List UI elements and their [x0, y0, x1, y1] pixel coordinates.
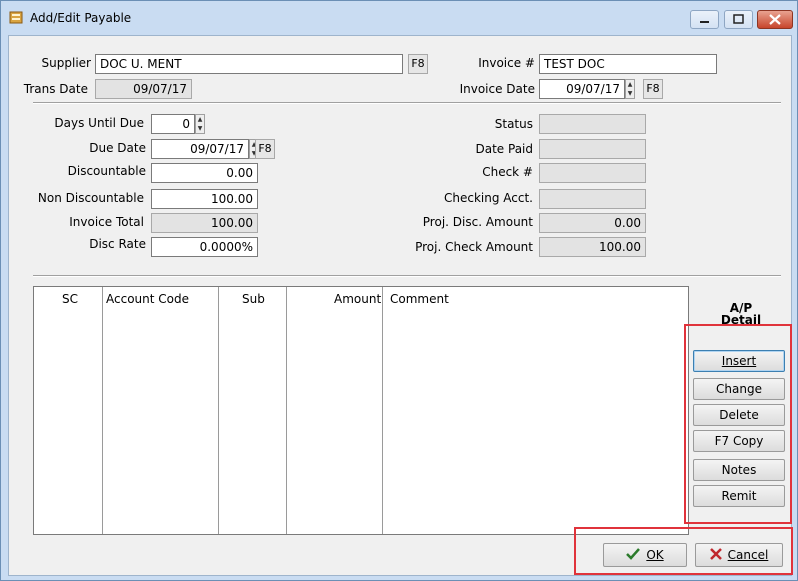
discountable-input[interactable]: 0.00: [151, 163, 258, 183]
column-header-amount[interactable]: Amount: [334, 292, 381, 306]
checking-acct-field: [539, 189, 646, 209]
supplier-label: Supplier: [41, 56, 91, 70]
column-header-comment[interactable]: Comment: [390, 292, 449, 306]
separator: [33, 275, 781, 277]
separator: [33, 102, 781, 104]
date-paid-field: [539, 139, 646, 159]
supplier-input[interactable]: DOC U. MENT: [95, 54, 403, 74]
copy-label: F7 Copy: [714, 434, 764, 448]
column-divider: [218, 287, 219, 534]
change-label: Change: [716, 382, 762, 396]
add-edit-payable-window: Add/Edit Payable Supplier DOC U. MENT F8…: [0, 0, 798, 581]
invoice-total-label: Invoice Total: [69, 215, 144, 229]
checking-acct-label: Checking Acct.: [444, 191, 533, 205]
invoice-date-input[interactable]: 09/07/17: [539, 79, 625, 99]
proj-check-amount-field: 100.00: [539, 237, 646, 257]
column-header-account-code[interactable]: Account Code: [106, 292, 189, 306]
check-number-label: Check #: [482, 165, 533, 179]
spin-up-icon: ▲: [197, 116, 203, 123]
invoice-total-field: 100.00: [151, 213, 258, 233]
invoice-date-spinner[interactable]: ▲ ▼: [625, 79, 635, 99]
column-divider: [102, 287, 103, 534]
column-header-sub[interactable]: Sub: [242, 292, 265, 306]
window-title: Add/Edit Payable: [30, 11, 132, 25]
invoice-number-label: Invoice #: [478, 56, 535, 70]
invoice-date-lookup-button[interactable]: F8: [643, 79, 663, 99]
due-date-lookup-button[interactable]: F8: [255, 139, 275, 159]
ok-label: OK: [646, 548, 664, 562]
non-discountable-input[interactable]: 100.00: [151, 189, 258, 209]
insert-label: Insert: [721, 354, 757, 368]
spin-up-icon: ▲: [627, 81, 633, 88]
ap-detail-title: A/P Detail: [701, 302, 781, 326]
app-icon: [9, 11, 23, 24]
check-icon: [626, 548, 641, 560]
supplier-lookup-button[interactable]: F8: [408, 54, 428, 74]
date-paid-label: Date Paid: [475, 142, 534, 156]
spin-down-icon: ▼: [627, 90, 633, 97]
proj-check-amount-label: Proj. Check Amount: [415, 240, 533, 254]
minimize-button[interactable]: [690, 10, 719, 29]
delete-button[interactable]: Delete: [693, 404, 785, 426]
check-number-field: [539, 163, 646, 183]
restore-icon: [733, 14, 744, 24]
close-icon: [769, 14, 781, 25]
close-button[interactable]: [757, 10, 793, 29]
remit-label: Remit: [721, 489, 757, 503]
proj-disc-amount-field: 0.00: [539, 213, 646, 233]
minimize-icon: [700, 21, 709, 23]
disc-rate-input[interactable]: 0.0000%: [151, 237, 258, 257]
spin-down-icon: ▼: [197, 125, 203, 132]
form-body: Supplier DOC U. MENT F8 Invoice # TEST D…: [8, 35, 793, 576]
status-label: Status: [494, 117, 533, 131]
status-field: [539, 114, 646, 134]
remit-button[interactable]: Remit: [693, 485, 785, 507]
due-date-input[interactable]: 09/07/17: [151, 139, 249, 159]
due-date-label: Due Date: [89, 141, 146, 155]
column-divider: [382, 287, 383, 534]
invoice-date-label: Invoice Date: [459, 82, 535, 96]
maximize-button[interactable]: [724, 10, 753, 29]
column-header-sc[interactable]: SC: [62, 292, 78, 306]
x-icon: [709, 548, 722, 560]
column-divider: [286, 287, 287, 534]
title-bar: Add/Edit Payable: [1, 1, 797, 35]
days-until-due-input[interactable]: 0: [151, 114, 195, 134]
cancel-label: Cancel: [727, 548, 769, 562]
ok-button[interactable]: OK: [603, 543, 687, 567]
proj-disc-amount-label: Proj. Disc. Amount: [422, 215, 533, 229]
copy-button[interactable]: F7 Copy: [693, 430, 785, 452]
insert-button[interactable]: Insert: [693, 350, 785, 372]
notes-label: Notes: [721, 463, 757, 477]
trans-date-label: Trans Date: [23, 82, 88, 96]
invoice-number-input[interactable]: TEST DOC: [539, 54, 717, 74]
delete-label: Delete: [719, 408, 759, 422]
disc-rate-label: Disc Rate: [89, 237, 146, 251]
days-until-due-spinner[interactable]: ▲ ▼: [195, 114, 205, 134]
non-discountable-label: Non Discountable: [37, 191, 144, 205]
trans-date-field: 09/07/17: [95, 79, 192, 99]
change-button[interactable]: Change: [693, 378, 785, 400]
notes-button[interactable]: Notes: [693, 459, 785, 481]
days-until-due-label: Days Until Due: [54, 116, 144, 130]
discountable-label: Discountable: [67, 164, 146, 178]
ap-detail-grid[interactable]: SC Account Code Sub Amount Comment: [33, 286, 689, 535]
cancel-button[interactable]: Cancel: [695, 543, 783, 567]
